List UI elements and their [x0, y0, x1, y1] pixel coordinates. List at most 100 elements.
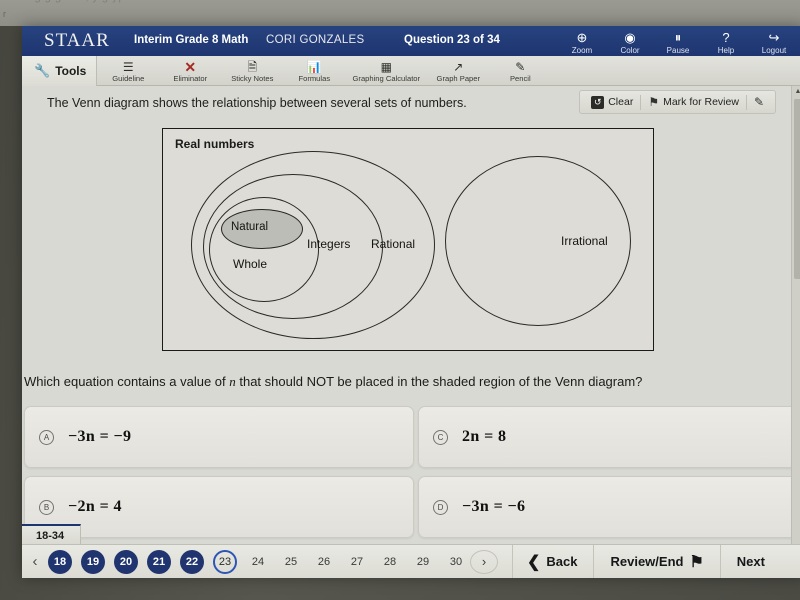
answer-choice-c[interactable]: C 2n = 8 [418, 406, 798, 468]
question-counter: Question 23 of 34 [404, 34, 500, 46]
test-application-screen: STAAR Interim Grade 8 Math CORI GONZALES… [22, 26, 800, 578]
question-number-23-current[interactable]: 23 [213, 549, 237, 574]
help-button[interactable]: ? Help [702, 28, 750, 55]
pencil-label: Pencil [509, 73, 531, 83]
eliminator-label: Eliminator [173, 73, 208, 83]
pause-label: Pause [666, 46, 690, 55]
answer-choice-a[interactable]: A −3n = −9 [24, 406, 414, 468]
review-end-label: Review/End [610, 554, 684, 569]
logout-icon: ↪ [768, 30, 780, 45]
eliminator-tool[interactable]: ✕ Eliminator [159, 59, 221, 83]
clear-button[interactable]: ↺ Clear [584, 94, 640, 111]
choice-letter: C [433, 429, 448, 445]
prompt-text-before: Which equation contains a value of [24, 374, 230, 389]
pause-icon: ⏸ [674, 30, 682, 45]
question-prompt: Which equation contains a value of n tha… [22, 374, 782, 390]
zoom-button[interactable]: ⊕ Zoom [558, 28, 606, 55]
pause-button[interactable]: ⏸ Pause [654, 28, 702, 55]
question-number-29[interactable]: 29 [411, 550, 435, 574]
venn-label-whole: Whole [233, 257, 268, 271]
question-number-20[interactable]: 20 [114, 549, 138, 574]
logout-button[interactable]: ↪ Logout [750, 28, 798, 55]
mark-for-review-button[interactable]: ⚑ Mark for Review [641, 94, 746, 110]
venn-label-rational: Rational [371, 237, 416, 251]
choice-equation: 2n = 8 [462, 428, 507, 445]
question-number-22[interactable]: 22 [180, 549, 204, 574]
tools-button[interactable]: 🔧 Tools [22, 55, 98, 86]
question-number-28[interactable]: 28 [378, 550, 402, 574]
answer-choice-d[interactable]: D −3n = −6 [418, 476, 798, 538]
bottom-navigation: ‹ 18 19 20 21 22 23 24 25 26 27 28 29 30… [22, 544, 800, 578]
tool-ribbon: 🔧 Tools ☰ Guideline ✕ Eliminator 🗎 Stick… [22, 55, 800, 86]
scroll-up-arrow-icon[interactable]: ▲ [792, 86, 800, 98]
question-stem: The Venn diagram shows the relationship … [47, 96, 467, 110]
review-flag-icon: ⚑ [689, 553, 704, 571]
answer-choice-b[interactable]: B −2n = 4 [24, 476, 414, 538]
logout-label: Logout [761, 46, 787, 55]
nav-prev-arrow[interactable]: ‹ [22, 553, 48, 570]
question-number-26[interactable]: 26 [312, 550, 336, 574]
color-label: Color [620, 46, 640, 55]
student-name: CORI GONZALES [266, 34, 365, 46]
question-area: The Venn diagram shows the relationship … [22, 86, 800, 544]
back-arrow-icon: ❮ [527, 553, 541, 571]
chrome-ghost-text: ng.g g f in , y g y| [28, 0, 122, 3]
choice-equation: −2n = 4 [68, 498, 122, 515]
graph-paper-icon: ↗ [453, 59, 464, 74]
formulas-icon: 📊 [306, 59, 322, 74]
notes-button[interactable]: ✎ [747, 93, 771, 111]
wrench-icon: 🔧 [34, 62, 51, 78]
formulas-label: Formulas [298, 73, 331, 83]
graphing-calculator-label: Graphing Calculator [352, 73, 421, 83]
question-number-27[interactable]: 27 [345, 550, 369, 574]
mark-for-review-label: Mark for Review [663, 96, 739, 108]
question-number-19[interactable]: 19 [81, 549, 105, 574]
question-number-24[interactable]: 24 [246, 550, 270, 574]
eliminator-icon: ✕ [184, 58, 197, 75]
question-number-25[interactable]: 25 [279, 550, 303, 574]
photographed-screen-frame: r ng.g g f in , y g y| STAAR Interim Gra… [0, 0, 800, 600]
nav-next-page-arrow[interactable]: › [470, 549, 498, 574]
next-button[interactable]: Next [721, 545, 771, 579]
question-number-list: 18 19 20 21 22 23 24 25 26 27 28 29 30 [48, 549, 468, 574]
venn-label-integers: Integers [307, 237, 351, 251]
prompt-text-after: that should NOT be placed in the shaded … [235, 374, 643, 389]
pencil-tool[interactable]: ✎ Pencil [489, 59, 551, 83]
color-icon: ◉ [624, 30, 636, 45]
app-header: STAAR Interim Grade 8 Math CORI GONZALES… [22, 26, 800, 56]
zoom-icon: ⊕ [576, 30, 588, 45]
choice-letter: D [433, 499, 448, 515]
venn-diagram: Real numbers Natural Whole Integers Rati… [162, 128, 654, 351]
graphing-calculator-tool[interactable]: ▦ Graphing Calculator [345, 59, 427, 83]
choice-equation: −3n = −9 [68, 428, 132, 445]
guideline-icon: ☰ [122, 59, 134, 74]
sticky-notes-icon: 🗎 [247, 59, 258, 74]
browser-chrome-strip: r ng.g g f in , y g y| [0, 0, 800, 26]
back-button[interactable]: ❮ Back [513, 545, 593, 579]
choice-letter: A [39, 429, 54, 445]
question-number-21[interactable]: 21 [147, 549, 171, 574]
clear-label: Clear [608, 96, 634, 108]
test-title: Interim Grade 8 Math [134, 34, 249, 46]
graph-paper-tool[interactable]: ↗ Graph Paper [427, 59, 489, 83]
question-number-18[interactable]: 18 [48, 549, 72, 574]
next-label: Next [736, 554, 765, 569]
header-tools: ⊕ Zoom ◉ Color ⏸ Pause ? Help ↪ Logout [558, 28, 798, 55]
review-end-button[interactable]: Review/End ⚑ [594, 545, 719, 579]
graph-paper-label: Graph Paper [436, 73, 481, 83]
back-label: Back [546, 554, 578, 569]
choice-equation: −3n = −6 [462, 498, 526, 515]
zoom-label: Zoom [571, 46, 593, 55]
choice-letter: B [39, 499, 54, 515]
sticky-notes-tool[interactable]: 🗎 Sticky Notes [221, 59, 283, 83]
formulas-tool[interactable]: 📊 Formulas [283, 59, 345, 83]
venn-label-natural: Natural [231, 221, 269, 233]
venn-label-irrational: Irrational [561, 234, 608, 248]
question-number-30[interactable]: 30 [444, 550, 468, 574]
guideline-tool[interactable]: ☰ Guideline [97, 59, 159, 83]
question-range-tab[interactable]: 18-34 [22, 524, 82, 544]
scrollbar-thumb[interactable] [794, 99, 800, 279]
question-scrollbar[interactable]: ▲ [791, 86, 800, 544]
color-button[interactable]: ◉ Color [606, 28, 654, 55]
venn-label-real-numbers: Real numbers [175, 137, 255, 151]
